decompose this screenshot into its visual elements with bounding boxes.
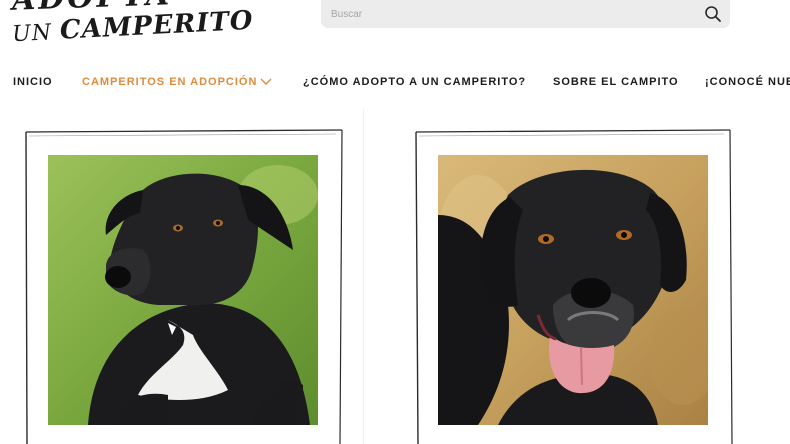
dog-card[interactable] xyxy=(24,128,344,444)
search-button[interactable] xyxy=(702,3,724,25)
main-nav: INICIO CAMPERITOS EN ADOPCIÓN ¿CÓMO ADOP… xyxy=(0,72,790,94)
dog-photo xyxy=(48,155,318,425)
search-bar xyxy=(321,0,730,28)
dog-card[interactable] xyxy=(414,128,734,444)
chevron-down-icon xyxy=(260,78,272,86)
nav-item-conoce[interactable]: ¡CONOCÉ NUE xyxy=(705,76,790,88)
black-labrador-photo-icon xyxy=(438,155,708,425)
nav-item-sobre-el-campito[interactable]: SOBRE EL CAMPITO xyxy=(553,76,679,88)
nav-item-como-adopto[interactable]: ¿CÓMO ADOPTO A UN CAMPERITO? xyxy=(303,76,526,88)
search-icon xyxy=(705,6,721,22)
column-divider xyxy=(363,108,364,444)
site-logo[interactable]: ADOPTÁ UN CAMPERITO xyxy=(6,0,254,58)
nav-item-label: CAMPERITOS EN ADOPCIÓN xyxy=(82,76,258,88)
search-input[interactable] xyxy=(321,0,691,28)
dog-photo xyxy=(438,155,708,425)
nav-item-inicio[interactable]: INICIO xyxy=(13,76,53,88)
logo-prefix: UN xyxy=(11,19,61,48)
black-dog-photo-icon xyxy=(48,155,318,425)
nav-item-camperitos-en-adopcion[interactable]: CAMPERITOS EN ADOPCIÓN xyxy=(82,76,272,88)
